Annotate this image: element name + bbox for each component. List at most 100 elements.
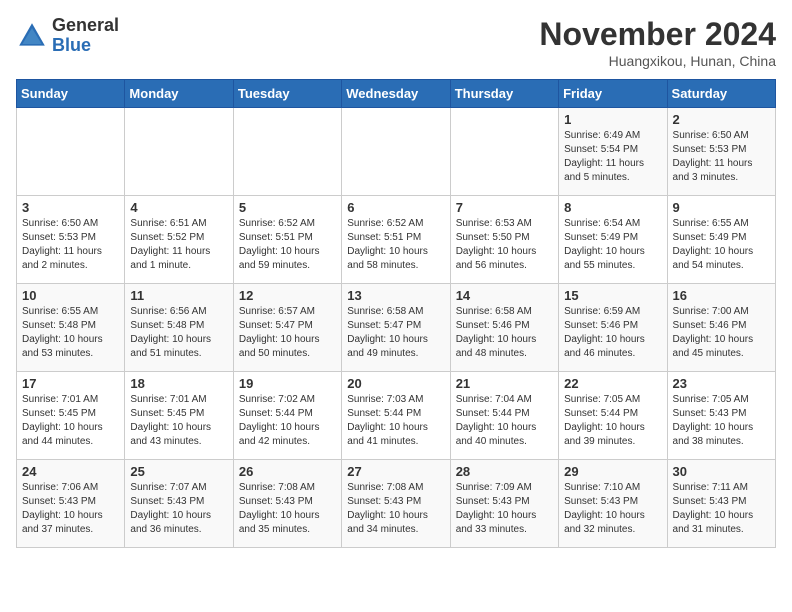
calendar-cell	[233, 108, 341, 196]
calendar-cell: 29Sunrise: 7:10 AM Sunset: 5:43 PM Dayli…	[559, 460, 667, 548]
calendar-cell: 1Sunrise: 6:49 AM Sunset: 5:54 PM Daylig…	[559, 108, 667, 196]
day-info: Sunrise: 7:06 AM Sunset: 5:43 PM Dayligh…	[22, 481, 119, 537]
calendar-cell	[17, 108, 125, 196]
day-number: 16	[673, 288, 770, 303]
title-block: November 2024 Huangxikou, Hunan, China	[539, 16, 776, 69]
day-info: Sunrise: 7:09 AM Sunset: 5:43 PM Dayligh…	[456, 481, 553, 537]
calendar-cell: 27Sunrise: 7:08 AM Sunset: 5:43 PM Dayli…	[342, 460, 450, 548]
calendar-cell: 21 Sunrise: 7:04 AM Sunset: 5:44 PM Dayli…	[450, 372, 558, 460]
calendar-body: 1Sunrise: 6:49 AM Sunset: 5:54 PM Daylig…	[17, 108, 776, 548]
calendar-cell: 10 Sunrise: 6:55 AM Sunset: 5:48 PM Dayli…	[17, 284, 125, 372]
day-info: Sunrise: 7:05 AM Sunset: 5:43 PM Dayligh…	[673, 393, 770, 449]
logo-general: General	[52, 16, 119, 36]
day-number: 28	[456, 464, 553, 479]
day-number: 22	[564, 376, 661, 391]
day-info: Sunrise: 6:49 AM Sunset: 5:54 PM Dayligh…	[564, 129, 661, 185]
day-number: 20	[347, 376, 444, 391]
calendar-cell: 19 Sunrise: 7:02 AM Sunset: 5:44 PM Dayli…	[233, 372, 341, 460]
day-info: Sunrise: 6:56 AM Sunset: 5:48 PM Dayligh…	[130, 305, 227, 361]
calendar-cell	[125, 108, 233, 196]
day-number: 19	[239, 376, 336, 391]
calendar-cell: 23 Sunrise: 7:05 AM Sunset: 5:43 PM Dayli…	[667, 372, 775, 460]
day-info: Sunrise: 6:52 AM Sunset: 5:51 PM Dayligh…	[347, 217, 444, 273]
week-row-2: 3 Sunrise: 6:50 AM Sunset: 5:53 PM Daylig…	[17, 196, 776, 284]
day-number: 18	[130, 376, 227, 391]
day-number: 25	[130, 464, 227, 479]
day-info: Sunrise: 6:54 AM Sunset: 5:49 PM Dayligh…	[564, 217, 661, 273]
calendar-cell: 15 Sunrise: 6:59 AM Sunset: 5:46 PM Dayli…	[559, 284, 667, 372]
day-number: 21	[456, 376, 553, 391]
day-number: 29	[564, 464, 661, 479]
calendar-cell: 8 Sunrise: 6:54 AM Sunset: 5:49 PM Daylig…	[559, 196, 667, 284]
calendar-cell: 16 Sunrise: 7:00 AM Sunset: 5:46 PM Dayli…	[667, 284, 775, 372]
day-number: 30	[673, 464, 770, 479]
day-info: Sunrise: 6:58 AM Sunset: 5:46 PM Dayligh…	[456, 305, 553, 361]
day-info: Sunrise: 6:58 AM Sunset: 5:47 PM Dayligh…	[347, 305, 444, 361]
day-number: 27	[347, 464, 444, 479]
day-number: 5	[239, 200, 336, 215]
calendar-cell: 20Sunrise: 7:03 AM Sunset: 5:44 PM Dayli…	[342, 372, 450, 460]
day-number: 3	[22, 200, 119, 215]
calendar-cell: 2Sunrise: 6:50 AM Sunset: 5:53 PM Daylig…	[667, 108, 775, 196]
day-number: 10	[22, 288, 119, 303]
header-row: SundayMondayTuesdayWednesdayThursdayFrid…	[17, 80, 776, 108]
week-row-5: 24 Sunrise: 7:06 AM Sunset: 5:43 PM Dayli…	[17, 460, 776, 548]
day-info: Sunrise: 7:01 AM Sunset: 5:45 PM Dayligh…	[130, 393, 227, 449]
calendar-cell: 22 Sunrise: 7:05 AM Sunset: 5:44 PM Dayli…	[559, 372, 667, 460]
header-cell-sunday: Sunday	[17, 80, 125, 108]
header-cell-wednesday: Wednesday	[342, 80, 450, 108]
day-info: Sunrise: 6:51 AM Sunset: 5:52 PM Dayligh…	[130, 217, 227, 273]
day-number: 9	[673, 200, 770, 215]
calendar-cell: 11 Sunrise: 6:56 AM Sunset: 5:48 PM Dayli…	[125, 284, 233, 372]
day-number: 17	[22, 376, 119, 391]
day-number: 7	[456, 200, 553, 215]
day-info: Sunrise: 6:50 AM Sunset: 5:53 PM Dayligh…	[22, 217, 119, 273]
day-info: Sunrise: 7:01 AM Sunset: 5:45 PM Dayligh…	[22, 393, 119, 449]
calendar-cell: 5Sunrise: 6:52 AM Sunset: 5:51 PM Daylig…	[233, 196, 341, 284]
calendar-cell: 25Sunrise: 7:07 AM Sunset: 5:43 PM Dayli…	[125, 460, 233, 548]
calendar-cell: 13 Sunrise: 6:58 AM Sunset: 5:47 PM Dayli…	[342, 284, 450, 372]
day-number: 24	[22, 464, 119, 479]
calendar-cell: 3 Sunrise: 6:50 AM Sunset: 5:53 PM Daylig…	[17, 196, 125, 284]
day-info: Sunrise: 6:53 AM Sunset: 5:50 PM Dayligh…	[456, 217, 553, 273]
calendar-header: SundayMondayTuesdayWednesdayThursdayFrid…	[17, 80, 776, 108]
day-number: 23	[673, 376, 770, 391]
day-number: 8	[564, 200, 661, 215]
day-info: Sunrise: 7:04 AM Sunset: 5:44 PM Dayligh…	[456, 393, 553, 449]
location-subtitle: Huangxikou, Hunan, China	[539, 53, 776, 69]
calendar-cell: 26Sunrise: 7:08 AM Sunset: 5:43 PM Dayli…	[233, 460, 341, 548]
day-number: 15	[564, 288, 661, 303]
page-header: General Blue November 2024 Huangxikou, H…	[16, 16, 776, 69]
calendar-cell: 9 Sunrise: 6:55 AM Sunset: 5:49 PM Daylig…	[667, 196, 775, 284]
day-number: 4	[130, 200, 227, 215]
logo-icon	[16, 20, 48, 52]
day-info: Sunrise: 6:57 AM Sunset: 5:47 PM Dayligh…	[239, 305, 336, 361]
week-row-3: 10 Sunrise: 6:55 AM Sunset: 5:48 PM Dayli…	[17, 284, 776, 372]
day-info: Sunrise: 7:00 AM Sunset: 5:46 PM Dayligh…	[673, 305, 770, 361]
header-cell-friday: Friday	[559, 80, 667, 108]
day-info: Sunrise: 6:55 AM Sunset: 5:49 PM Dayligh…	[673, 217, 770, 273]
day-number: 26	[239, 464, 336, 479]
logo-blue-text: Blue	[52, 36, 119, 56]
day-number: 12	[239, 288, 336, 303]
calendar-cell: 4 Sunrise: 6:51 AM Sunset: 5:52 PM Daylig…	[125, 196, 233, 284]
day-info: Sunrise: 6:59 AM Sunset: 5:46 PM Dayligh…	[564, 305, 661, 361]
day-info: Sunrise: 7:11 AM Sunset: 5:43 PM Dayligh…	[673, 481, 770, 537]
calendar-cell: 24 Sunrise: 7:06 AM Sunset: 5:43 PM Dayli…	[17, 460, 125, 548]
calendar-cell	[342, 108, 450, 196]
calendar-cell: 14 Sunrise: 6:58 AM Sunset: 5:46 PM Dayli…	[450, 284, 558, 372]
day-number: 14	[456, 288, 553, 303]
day-number: 13	[347, 288, 444, 303]
day-info: Sunrise: 7:02 AM Sunset: 5:44 PM Dayligh…	[239, 393, 336, 449]
calendar-cell: 17 Sunrise: 7:01 AM Sunset: 5:45 PM Dayli…	[17, 372, 125, 460]
month-title: November 2024	[539, 16, 776, 53]
header-cell-thursday: Thursday	[450, 80, 558, 108]
logo-text: General Blue	[52, 16, 119, 56]
day-number: 11	[130, 288, 227, 303]
calendar-cell	[450, 108, 558, 196]
day-info: Sunrise: 6:55 AM Sunset: 5:48 PM Dayligh…	[22, 305, 119, 361]
calendar-cell: 28 Sunrise: 7:09 AM Sunset: 5:43 PM Dayli…	[450, 460, 558, 548]
header-cell-saturday: Saturday	[667, 80, 775, 108]
calendar-cell: 18 Sunrise: 7:01 AM Sunset: 5:45 PM Dayli…	[125, 372, 233, 460]
day-info: Sunrise: 7:05 AM Sunset: 5:44 PM Dayligh…	[564, 393, 661, 449]
